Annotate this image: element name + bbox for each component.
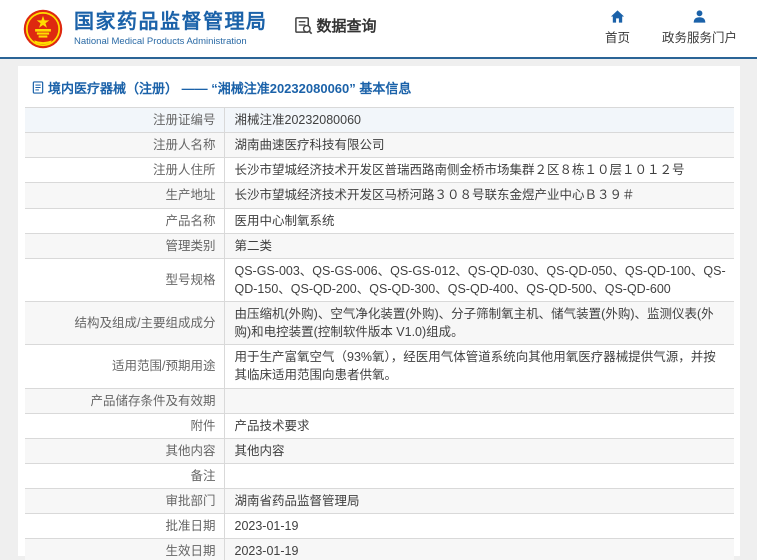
row-label: 其他内容: [25, 438, 224, 464]
page-title: 境内医疗器械（注册） —— “湘械注准20232080060” 基本信息: [48, 81, 412, 96]
row-value: 医用中心制氧系统: [223, 208, 734, 234]
row-value: 第二类: [223, 233, 734, 259]
row-label: 型号规格: [25, 258, 224, 303]
row-value: 产品技术要求: [223, 413, 734, 439]
row-label: 审批部门: [25, 488, 224, 515]
row-value: QS-GS-003、QS-GS-006、QS-GS-012、QS-QD-030、…: [223, 258, 734, 303]
user-icon: [693, 10, 706, 23]
table-row: 批准日期 2023-01-19: [25, 513, 734, 540]
row-label: 注册人住所: [25, 157, 224, 184]
table-row: 备注: [25, 463, 734, 490]
row-label: 批准日期: [25, 513, 224, 540]
brand-block: 国家药品监督管理局 National Medical Products Admi…: [74, 11, 268, 47]
org-name-cn: 国家药品监督管理局: [74, 10, 268, 33]
row-label: 产品储存条件及有效期: [25, 388, 224, 414]
data-query-label: 数据查询: [316, 18, 377, 35]
info-table-body: 注册证编号 湘械注准20232080060 注册人名称 湖南曲速医疗科技有限公司 注册人…: [25, 107, 734, 560]
row-label: 生产地址: [25, 182, 224, 209]
row-label: 产品名称: [25, 208, 224, 234]
row-value: 用于生产富氧空气（93%氧），经医用气体管道系统向其他用氧医疗器械提供气源，并按…: [223, 344, 734, 389]
row-value: 长沙市望城经济技术开发区普瑞西路南侧金桥市场集群２区８栋１０层１０１２号: [223, 157, 734, 184]
table-row: 附件 产品技术要求: [25, 413, 734, 439]
row-value: 2023-01-19: [223, 538, 734, 560]
info-panel: 境内医疗器械（注册） —— “湘械注准20232080060” 基本信息 注册证…: [18, 66, 740, 560]
page-content: 境内医疗器械（注册） —— “湘械注准20232080060” 基本信息 注册证…: [0, 59, 757, 560]
header-nav: 首页 政务服务门户: [605, 9, 743, 46]
table-row: 结构及组成/主要组成成分 由压缩机(外购)、空气净化装置(外购)、分子筛制氧主机、…: [25, 301, 734, 346]
row-value: 湘械注准20232080060: [223, 107, 734, 134]
table-row: 注册人住所 长沙市望城经济技术开发区普瑞西路南侧金桥市场集群２区８栋１０层１０１２…: [25, 157, 734, 184]
nav-item-label: 政务服务门户: [661, 31, 737, 45]
nav-item-home[interactable]: 首页: [605, 9, 630, 46]
table-row: 注册人名称 湖南曲速医疗科技有限公司: [25, 132, 734, 159]
row-label: 注册人名称: [25, 132, 224, 159]
table-row: 生效日期 2023-01-19: [25, 538, 734, 560]
nmpa-emblem-logo: [23, 9, 63, 48]
table-row: 管理类别 第二类: [25, 233, 734, 259]
nav-item-gov-portal[interactable]: 政务服务门户: [662, 9, 737, 46]
home-icon: [610, 10, 625, 23]
row-label: 备注: [25, 463, 224, 490]
row-value: 其他内容: [223, 438, 734, 464]
row-value: 湖南省药品监督管理局: [223, 488, 734, 515]
row-label: 附件: [25, 413, 224, 439]
row-value: 由压缩机(外购)、空气净化装置(外购)、分子筛制氧主机、储气装置(外购)、监测仪…: [223, 301, 734, 346]
data-query-section: 数据查询: [294, 15, 377, 36]
document-search-icon: [294, 17, 312, 35]
row-label: 结构及组成/主要组成成分: [25, 301, 224, 346]
table-row: 适用范围/预期用途 用于生产富氧空气（93%氧），经医用气体管道系统向其他用氧医疗…: [25, 344, 734, 389]
row-value: [223, 463, 734, 490]
table-row: 产品储存条件及有效期: [25, 388, 734, 414]
registration-info-table: 注册证编号 湘械注准20232080060 注册人名称 湖南曲速医疗科技有限公司 注册人…: [25, 107, 734, 560]
row-value: 2023-01-19: [223, 513, 734, 540]
row-label: 注册证编号: [25, 107, 224, 134]
page-title-row: 境内医疗器械（注册） —— “湘械注准20232080060” 基本信息: [25, 76, 734, 107]
row-value: 湖南曲速医疗科技有限公司: [223, 132, 734, 159]
row-label: 生效日期: [25, 538, 224, 560]
table-row: 注册证编号 湘械注准20232080060: [25, 107, 734, 134]
nav-item-label: 首页: [604, 31, 630, 45]
site-header: 国家药品监督管理局 National Medical Products Admi…: [0, 0, 757, 57]
table-row: 其他内容 其他内容: [25, 438, 734, 464]
table-row: 生产地址 长沙市望城经济技术开发区马桥河路３０８号联东金煜产业中心Ｂ３９＃: [25, 182, 734, 209]
row-label: 管理类别: [25, 233, 224, 259]
table-row: 审批部门 湖南省药品监督管理局: [25, 488, 734, 515]
table-row: 产品名称 医用中心制氧系统: [25, 208, 734, 234]
document-icon: [32, 81, 44, 94]
row-label: 适用范围/预期用途: [25, 344, 224, 389]
row-value: 长沙市望城经济技术开发区马桥河路３０８号联东金煜产业中心Ｂ３９＃: [223, 182, 734, 209]
org-name-en: National Medical Products Administration: [74, 35, 247, 47]
table-row: 型号规格 QS-GS-003、QS-GS-006、QS-GS-012、QS-QD-…: [25, 258, 734, 303]
row-value: [223, 388, 734, 414]
